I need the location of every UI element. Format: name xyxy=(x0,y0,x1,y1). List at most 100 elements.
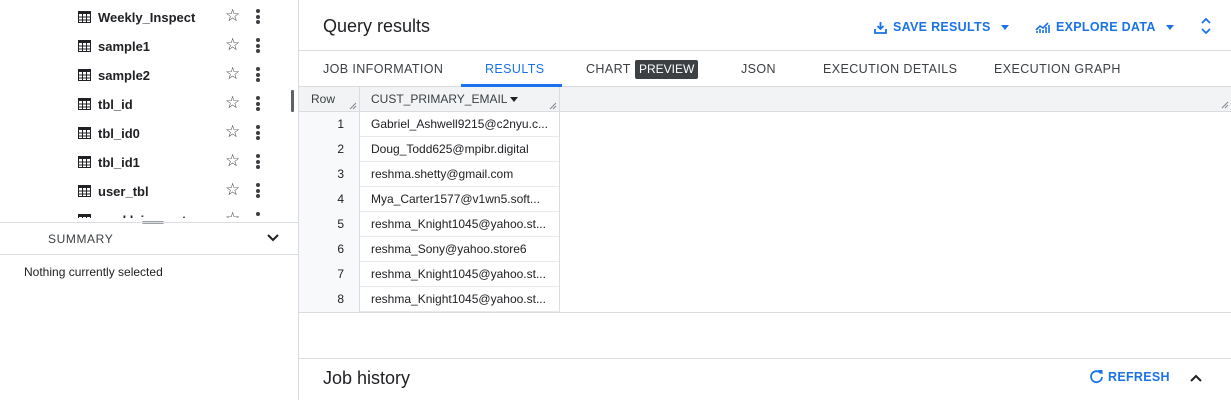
explore-data-label: EXPLORE DATA xyxy=(1056,20,1156,34)
table-name: user_tbl xyxy=(98,184,149,199)
row-number: 7 xyxy=(299,262,360,287)
column-header-email[interactable]: CUST_PRIMARY_EMAIL xyxy=(360,87,560,112)
chevron-down-icon[interactable] xyxy=(266,231,280,245)
table-icon xyxy=(78,214,91,218)
tree-item-table[interactable]: user_tbl ☆ xyxy=(0,176,290,205)
email-cell[interactable]: reshma.shetty@gmail.com xyxy=(360,162,560,187)
sort-menu-icon[interactable] xyxy=(510,97,518,102)
resize-grip-icon[interactable] xyxy=(349,102,357,110)
column-header-label: CUST_PRIMARY_EMAIL xyxy=(371,92,508,106)
download-icon xyxy=(874,21,887,34)
table-icon xyxy=(78,156,91,168)
tab-job-information[interactable]: JOB INFORMATION xyxy=(323,62,443,76)
tree-item-table[interactable]: sample2 ☆ xyxy=(0,60,290,89)
tab-execution-details[interactable]: EXECUTION DETAILS xyxy=(823,62,957,76)
table-row[interactable]: 3 reshma.shetty@gmail.com xyxy=(299,162,560,187)
star-icon[interactable]: ☆ xyxy=(225,152,240,169)
more-vert-icon[interactable] xyxy=(251,95,265,113)
table-row[interactable]: 8 reshma_Knight1045@yahoo.st... xyxy=(299,287,560,312)
insights-chart-icon xyxy=(1035,21,1050,33)
column-header-label: Row xyxy=(311,92,336,106)
more-vert-icon[interactable] xyxy=(251,153,265,171)
tree-item-table[interactable]: weekl_inspect ☆ xyxy=(0,205,290,218)
summary-header[interactable]: SUMMARY xyxy=(0,222,298,255)
star-icon[interactable]: ☆ xyxy=(225,7,240,24)
results-table: Row CUST_PRIMARY_EMAIL 1 Gabriel_Ashwell… xyxy=(299,87,1231,313)
table-name: sample2 xyxy=(98,68,151,83)
email-cell[interactable]: Mya_Carter1577@v1wn5.soft... xyxy=(360,187,560,212)
tree-scrollbar[interactable] xyxy=(291,90,294,112)
table-row[interactable]: 2 Doug_Todd625@mpibr.digital xyxy=(299,137,560,162)
summary-empty-text: Nothing currently selected xyxy=(24,265,163,279)
resize-grip-icon[interactable] xyxy=(549,102,557,110)
job-history-header: Job history REFRESH xyxy=(299,358,1231,400)
table-row[interactable]: 1 Gabriel_Ashwell9215@c2nyu.c... xyxy=(299,112,560,137)
email-cell[interactable]: Gabriel_Ashwell9215@c2nyu.c... xyxy=(360,112,560,137)
more-vert-icon[interactable] xyxy=(251,37,265,55)
table-icon xyxy=(78,69,91,81)
row-number: 4 xyxy=(299,187,360,212)
column-header-row[interactable]: Row xyxy=(299,87,360,112)
refresh-icon xyxy=(1090,370,1103,384)
save-results-label: SAVE RESULTS xyxy=(893,20,991,34)
star-icon[interactable]: ☆ xyxy=(225,36,240,53)
chevron-up-icon[interactable] xyxy=(1189,372,1203,384)
more-vert-icon[interactable] xyxy=(251,8,265,26)
row-number: 3 xyxy=(299,162,360,187)
star-icon[interactable]: ☆ xyxy=(225,94,240,111)
table-row[interactable]: 4 Mya_Carter1577@v1wn5.soft... xyxy=(299,187,560,212)
email-cell[interactable]: reshma_Knight1045@yahoo.st... xyxy=(360,212,560,237)
row-number: 8 xyxy=(299,287,360,312)
table-row[interactable]: 6 reshma_Sony@yahoo.store6 xyxy=(299,237,560,262)
tree-item-table[interactable]: sample1 ☆ xyxy=(0,31,290,60)
table-icon xyxy=(78,98,91,110)
table-icon xyxy=(78,40,91,52)
table-name: sample1 xyxy=(98,39,151,54)
row-number: 6 xyxy=(299,237,360,262)
tab-execution-graph[interactable]: EXECUTION GRAPH xyxy=(994,62,1121,76)
star-icon[interactable]: ☆ xyxy=(225,123,240,140)
table-name: tbl_id1 xyxy=(98,155,140,170)
tree-item-table[interactable]: tbl_id0 ☆ xyxy=(0,118,290,147)
tree-item-table[interactable]: tbl_id ☆ xyxy=(0,89,290,118)
email-cell[interactable]: reshma_Knight1045@yahoo.st... xyxy=(360,287,560,312)
results-tabs: JOB INFORMATION RESULTS CHART PREVIEW JS… xyxy=(299,50,1231,87)
star-icon[interactable]: ☆ xyxy=(225,65,240,82)
refresh-button[interactable]: REFRESH xyxy=(1089,369,1170,384)
row-number: 5 xyxy=(299,212,360,237)
resize-grip-icon[interactable] xyxy=(1221,101,1229,109)
table-icon xyxy=(78,127,91,139)
tab-results[interactable]: RESULTS xyxy=(485,62,545,76)
table-row[interactable]: 7 reshma_Knight1045@yahoo.st... xyxy=(299,262,560,287)
email-cell[interactable]: reshma_Knight1045@yahoo.st... xyxy=(360,262,560,287)
more-vert-icon[interactable] xyxy=(251,66,265,84)
more-vert-icon[interactable] xyxy=(251,124,265,142)
unfold-icon[interactable] xyxy=(1199,15,1213,37)
page-title: Query results xyxy=(323,16,431,36)
table-name: tbl_id xyxy=(98,97,133,112)
more-vert-icon[interactable] xyxy=(251,182,265,200)
email-cell[interactable]: Doug_Todd625@mpibr.digital xyxy=(360,137,560,162)
table-icon xyxy=(78,11,91,23)
save-results-button[interactable]: SAVE RESULTS xyxy=(874,17,1009,37)
table-name: tbl_id0 xyxy=(98,126,140,141)
more-vert-icon[interactable] xyxy=(251,211,265,218)
table-name: Weekly_Inspect xyxy=(98,10,196,25)
explorer-tree: Weekly_Inspect ☆ sample1 ☆ sample2 ☆ tbl… xyxy=(0,0,299,218)
refresh-label: REFRESH xyxy=(1108,369,1170,384)
query-results-panel: Query results SAVE RESULTS EXPLORE DATA … xyxy=(299,0,1231,400)
row-number: 2 xyxy=(299,137,360,162)
preview-badge: PREVIEW xyxy=(635,60,699,79)
explorer-panel: Weekly_Inspect ☆ sample1 ☆ sample2 ☆ tbl… xyxy=(0,0,299,400)
tab-json[interactable]: JSON xyxy=(741,62,776,76)
tree-item-table[interactable]: Weekly_Inspect ☆ xyxy=(0,2,290,31)
table-row[interactable]: 5 reshma_Knight1045@yahoo.st... xyxy=(299,212,560,237)
dropdown-caret-icon xyxy=(1165,24,1174,30)
tree-item-table[interactable]: tbl_id1 ☆ xyxy=(0,147,290,176)
email-cell[interactable]: reshma_Sony@yahoo.store6 xyxy=(360,237,560,262)
table-icon xyxy=(78,185,91,197)
star-icon[interactable]: ☆ xyxy=(225,181,240,198)
tab-chart[interactable]: CHART xyxy=(586,62,631,76)
star-icon[interactable]: ☆ xyxy=(225,210,240,218)
explore-data-button[interactable]: EXPLORE DATA xyxy=(1035,17,1174,37)
